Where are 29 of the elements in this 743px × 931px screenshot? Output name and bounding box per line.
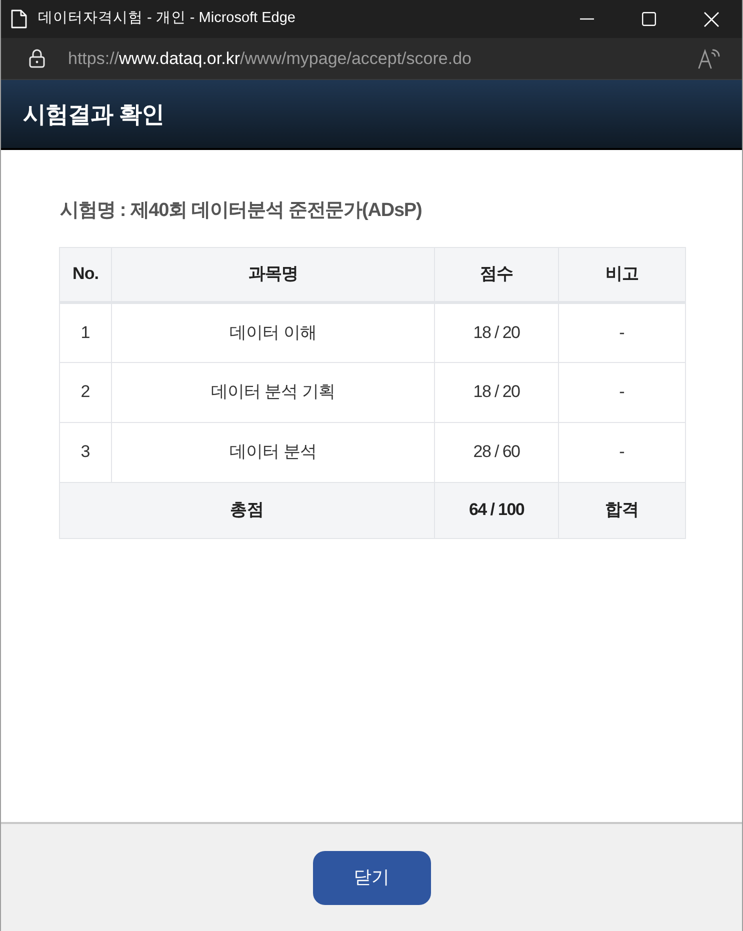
table-cell: 데이터 분석 기획	[112, 362, 434, 422]
total-score-cell: 64 / 100	[434, 482, 558, 538]
document-icon	[11, 9, 27, 29]
read-aloud-icon[interactable]	[698, 48, 720, 68]
total-label-cell: 총점	[60, 482, 434, 538]
table-cell: -	[558, 302, 686, 362]
result-cell: 합격	[558, 482, 686, 538]
window-title: 데이터자격시험 - 개인 - Microsoft Edge	[38, 9, 296, 28]
table-header-cell: 점수	[434, 247, 558, 302]
table-cell: 3	[60, 422, 112, 482]
table-cell: 2	[60, 362, 112, 422]
close-button[interactable]: 닫기	[312, 850, 430, 904]
table-cell: 28 / 60	[434, 422, 558, 482]
table-header-cell: No.	[60, 247, 112, 302]
exam-name: 시험명 : 제40회 데이터분석 준전문가(ADsP)	[59, 199, 423, 223]
table-cell: 데이터 분석	[112, 422, 434, 482]
table-cell: 18 / 20	[434, 302, 558, 362]
popup-title: 시험결과 확인	[23, 100, 164, 129]
maximize-icon[interactable]	[642, 12, 656, 26]
table-cell: 데이터 이해	[112, 302, 434, 362]
table-header-cell: 과목명	[112, 247, 434, 302]
table-cell: 1	[60, 302, 112, 362]
lock-icon[interactable]	[29, 49, 45, 68]
table-cell: 18 / 20	[434, 362, 558, 422]
close-icon[interactable]	[704, 12, 718, 26]
table-cell: -	[558, 422, 686, 482]
minimize-icon[interactable]	[580, 18, 594, 20]
table-header-cell: 비고	[558, 247, 686, 302]
table-cell: -	[558, 362, 686, 422]
